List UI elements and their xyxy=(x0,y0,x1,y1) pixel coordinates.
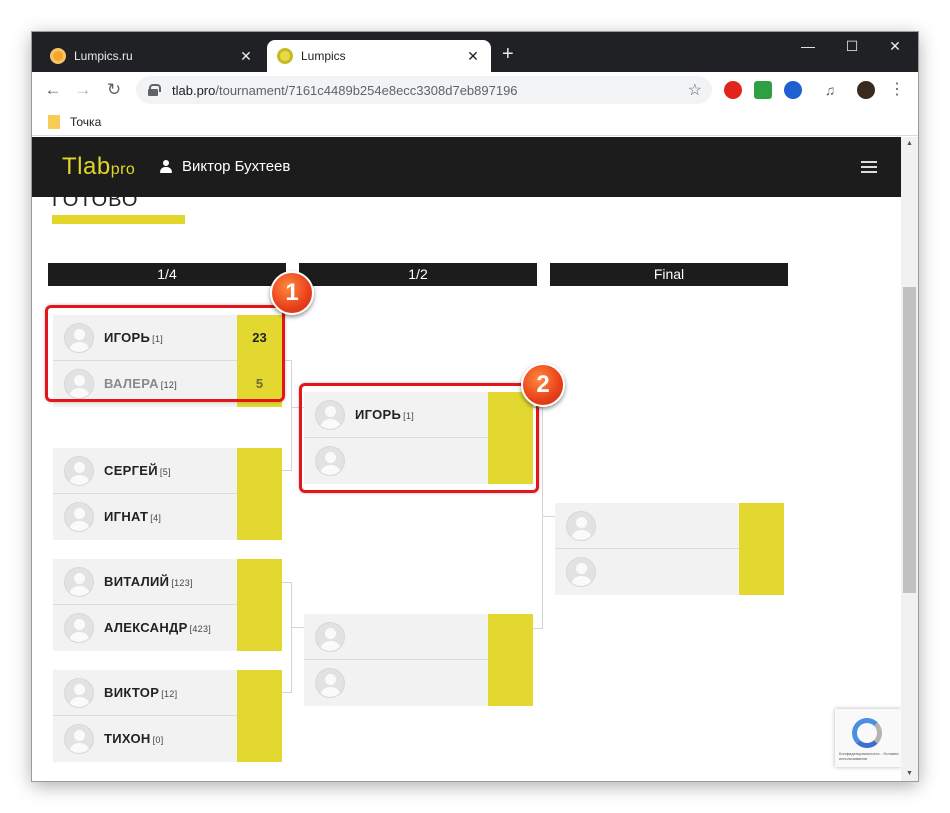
match-semifinal-2 xyxy=(304,614,533,706)
match-final xyxy=(555,503,784,595)
annotation-badge: 1 xyxy=(270,271,314,315)
highlight-box xyxy=(299,383,539,493)
avatar xyxy=(64,724,94,754)
address-bar[interactable]: tlab.pro/tournament/7161c4489b254e8ecc33… xyxy=(136,76,712,104)
adblock-icon[interactable] xyxy=(724,81,742,99)
player-name: АЛЕКСАНДР [423] xyxy=(104,620,212,635)
scroll-up-arrow-icon[interactable]: ▲ xyxy=(901,137,918,151)
score-cell[interactable] xyxy=(237,716,282,762)
score-cell[interactable] xyxy=(237,448,282,494)
score-cell[interactable] xyxy=(237,494,282,540)
scroll-down-arrow-icon[interactable]: ▼ xyxy=(901,767,918,781)
score-cell[interactable] xyxy=(739,503,784,549)
annotation-badge: 2 xyxy=(521,363,565,407)
vertical-scrollbar[interactable]: ▲ ▼ xyxy=(901,137,918,781)
tab-lumpics[interactable]: Lumpics ✕ xyxy=(267,40,491,72)
user-name: Виктор Бухтеев xyxy=(182,158,291,175)
player-slot[interactable] xyxy=(304,660,533,706)
highlight-box xyxy=(45,305,285,402)
round-header-semifinal: 1/2 xyxy=(299,263,537,286)
score-cell[interactable] xyxy=(237,559,282,605)
player-slot[interactable]: ИГНАТ [4] xyxy=(53,494,282,540)
player-slot[interactable]: АЛЕКСАНДР [423] xyxy=(53,605,282,651)
match-quarterfinal-3: ВИТАЛИЙ [123] АЛЕКСАНДР [423] xyxy=(53,559,282,651)
score-cell[interactable] xyxy=(488,614,533,660)
scrollbar-thumb[interactable] xyxy=(903,287,916,593)
reload-icon[interactable]: ↻ xyxy=(103,79,125,101)
score-cell[interactable] xyxy=(739,549,784,595)
avatar xyxy=(566,511,596,541)
round-header-quarterfinal: 1/4 xyxy=(48,263,286,286)
avatar xyxy=(64,678,94,708)
recaptcha-badge[interactable]: Конфиденциальность - Условия использован… xyxy=(835,709,901,767)
player-slot[interactable]: ВИТАЛИЙ [123] xyxy=(53,559,282,605)
player-slot[interactable]: ВИКТОР [12] xyxy=(53,670,282,716)
avatar xyxy=(64,613,94,643)
maximize-button[interactable]: ☐ xyxy=(842,38,862,55)
browser-window: Lumpics.ru ✕ Lumpics ✕ + — ☐ ✕ ← → ↻ tla… xyxy=(32,32,918,781)
score-cell[interactable] xyxy=(488,660,533,706)
match-quarterfinal-4: ВИКТОР [12] ТИХОН [0] xyxy=(53,670,282,762)
checkmark-extension-icon[interactable] xyxy=(754,81,772,99)
globe-extension-icon[interactable] xyxy=(784,81,802,99)
tab-title: Lumpics xyxy=(301,49,346,63)
bracket-connector xyxy=(292,627,304,628)
close-window-button[interactable]: ✕ xyxy=(885,38,905,55)
user-icon xyxy=(160,159,172,174)
hamburger-menu-icon[interactable] xyxy=(861,161,877,173)
heart-icon xyxy=(277,48,293,64)
tab-lumpics-ru[interactable]: Lumpics.ru ✕ xyxy=(40,40,264,72)
menu-kebab-icon[interactable]: ⋮ xyxy=(888,81,906,99)
url-text: tlab.pro/tournament/7161c4489b254e8ecc33… xyxy=(172,82,518,98)
folder-icon xyxy=(48,114,60,129)
back-arrow-icon[interactable]: ← xyxy=(42,79,64,101)
media-control-icon[interactable]: ♫ xyxy=(821,81,839,99)
player-slot[interactable] xyxy=(555,549,784,595)
score-cell[interactable] xyxy=(237,605,282,651)
site-logo[interactable]: Tlabpro xyxy=(62,153,135,181)
round-header-final: Final xyxy=(550,263,788,286)
avatar xyxy=(566,557,596,587)
user-menu[interactable]: Виктор Бухтеев xyxy=(160,158,290,175)
lock-icon xyxy=(148,84,161,96)
avatar xyxy=(64,567,94,597)
bookmark-item[interactable]: Точка xyxy=(70,115,101,129)
close-tab-icon[interactable]: ✕ xyxy=(465,48,481,65)
player-name: СЕРГЕЙ [5] xyxy=(104,463,171,478)
orange-circle-icon xyxy=(50,48,66,64)
recaptcha-icon xyxy=(852,718,882,748)
avatar xyxy=(315,622,345,652)
player-slot[interactable]: ТИХОН [0] xyxy=(53,716,282,762)
score-cell[interactable] xyxy=(237,670,282,716)
player-name: ИГНАТ [4] xyxy=(104,509,162,524)
tab-strip: Lumpics.ru ✕ Lumpics ✕ + — ☐ ✕ xyxy=(32,32,918,72)
player-slot[interactable] xyxy=(304,614,533,660)
tab-title: Lumpics.ru xyxy=(74,49,133,63)
avatar xyxy=(64,456,94,486)
player-name: ТИХОН [0] xyxy=(104,731,164,746)
title-underline xyxy=(52,215,185,224)
new-tab-button[interactable]: + xyxy=(502,44,514,64)
player-name: ВИКТОР [12] xyxy=(104,685,178,700)
bookmark-star-icon[interactable]: ☆ xyxy=(688,80,702,100)
bookmarks-bar: Точка xyxy=(32,108,918,136)
browser-toolbar: ← → ↻ tlab.pro/tournament/7161c4489b254e… xyxy=(32,72,918,108)
bracket-connector xyxy=(282,582,292,693)
page-viewport: ГОТОВО Tlabpro Виктор Бухтеев 1/4 1/2 Fi… xyxy=(32,137,918,781)
close-tab-icon[interactable]: ✕ xyxy=(238,48,254,65)
match-quarterfinal-2: СЕРГЕЙ [5] ИГНАТ [4] xyxy=(53,448,282,540)
minimize-button[interactable]: — xyxy=(798,38,818,54)
player-slot[interactable]: СЕРГЕЙ [5] xyxy=(53,448,282,494)
avatar xyxy=(315,668,345,698)
player-name: ВИТАЛИЙ [123] xyxy=(104,574,193,589)
forward-arrow-icon[interactable]: → xyxy=(72,79,94,101)
avatar xyxy=(64,502,94,532)
bracket-connector xyxy=(543,516,555,517)
profile-avatar[interactable] xyxy=(857,81,875,99)
site-header: Tlabpro Виктор Бухтеев xyxy=(32,137,901,197)
recaptcha-text: Конфиденциальность - Условия использован… xyxy=(839,751,899,761)
player-slot[interactable] xyxy=(555,503,784,549)
